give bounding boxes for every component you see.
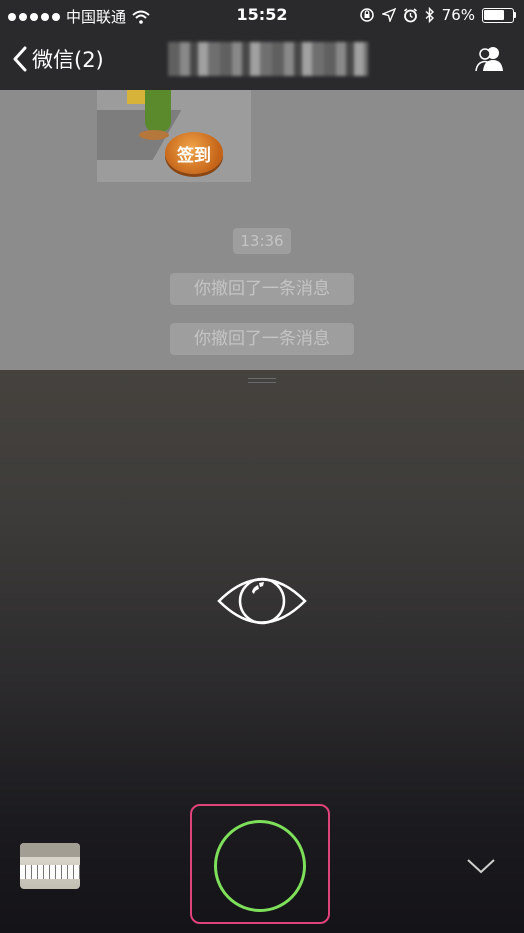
chat-history: 签到 13:36 你撤回了一条消息 你撤回了一条消息: [0, 90, 524, 370]
alarm-icon: [403, 7, 417, 22]
camera-panel: [0, 370, 524, 933]
location-arrow-icon: [381, 8, 396, 22]
chevron-left-icon: [13, 46, 27, 72]
capture-button[interactable]: [214, 820, 306, 912]
status-right: 76%: [359, 6, 516, 24]
group-members-icon[interactable]: [474, 44, 506, 74]
back-label: 微信(2): [32, 48, 104, 72]
bluetooth-icon: [425, 7, 434, 23]
nav-bar: 微信(2): [0, 30, 524, 90]
eye-icon: [217, 577, 307, 625]
recall-notice: 你撤回了一条消息: [170, 273, 354, 305]
chat-title-obscured: [168, 42, 368, 76]
phone-screen: 中国联通 15:52 76% 微信(2) 签到 13:36 你撤回了一条消息 你…: [0, 0, 524, 933]
gallery-thumbnail[interactable]: [20, 843, 80, 889]
battery-icon: [482, 7, 516, 23]
rotation-lock-icon: [359, 8, 374, 22]
back-button[interactable]: 微信(2): [12, 44, 104, 74]
drag-handle[interactable]: [248, 378, 276, 388]
recall-notice: 你撤回了一条消息: [170, 323, 354, 355]
battery-percent: 76%: [441, 6, 475, 24]
message-timestamp: 13:36: [233, 228, 291, 254]
sticker-checkin-badge: 签到: [165, 132, 223, 174]
status-bar: 中国联通 15:52 76%: [0, 0, 524, 30]
chevron-down-icon[interactable]: [466, 858, 496, 874]
sticker-message[interactable]: 签到: [97, 90, 251, 182]
